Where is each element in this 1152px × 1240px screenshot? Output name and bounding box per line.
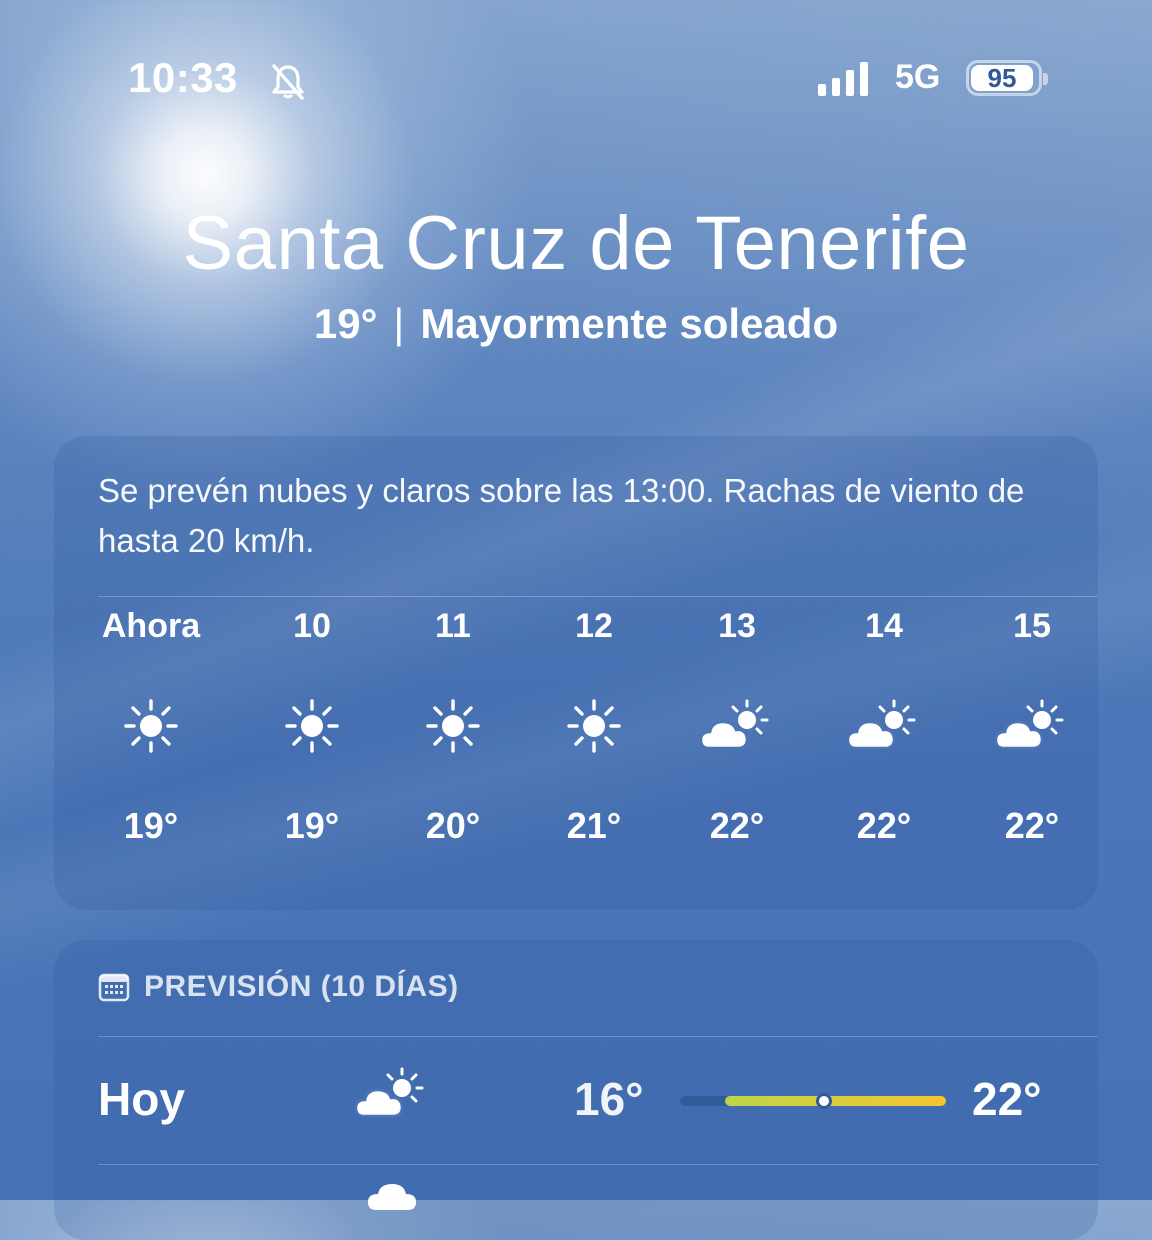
- hour-item: Ahora 19°: [81, 596, 221, 856]
- ten-day-forecast-card[interactable]: PREVISIÓN (10 DÍAS) Hoy 16° 22°: [54, 940, 1098, 1240]
- status-bar: 10:33 5G 95: [0, 52, 1152, 108]
- hour-temperature: 22°: [856, 805, 912, 846]
- temperature-range-bar: [680, 1093, 946, 1109]
- partly-cloudy-icon: [667, 656, 807, 796]
- network-type: 5G: [895, 58, 941, 96]
- hour-label: 13: [718, 607, 756, 645]
- sun-icon: [81, 656, 221, 796]
- divider: [98, 1164, 1098, 1165]
- partly-cloudy-icon: [962, 656, 1102, 796]
- hourly-list[interactable]: Ahora 19° 10 19° 11 20° 12 21° 13 22° 14…: [54, 596, 1098, 896]
- signal-icon: [818, 60, 868, 96]
- hour-label: 10: [293, 607, 331, 645]
- hour-temperature: 21°: [566, 805, 622, 846]
- sun-icon: [383, 656, 523, 796]
- hour-temperature: 22°: [709, 805, 765, 846]
- current-temperature: 19°: [313, 300, 378, 347]
- forecast-header: PREVISIÓN (10 DÍAS): [98, 970, 459, 1004]
- separator: |: [393, 300, 405, 347]
- hour-temperature: 20°: [425, 805, 481, 846]
- partly-cloudy-icon: [814, 656, 954, 796]
- sun-icon: [242, 656, 382, 796]
- forecast-row-today[interactable]: Hoy 16° 22°: [54, 1036, 1098, 1164]
- hour-item: 10 19°: [242, 596, 382, 856]
- hour-label: 14: [865, 607, 903, 645]
- current-temperature-marker: [815, 1093, 832, 1109]
- hour-item: 14 22°: [814, 596, 954, 856]
- calendar-icon: [98, 973, 130, 1002]
- bell-muted-icon: [272, 64, 304, 100]
- cloud-icon: [368, 1184, 416, 1210]
- partly-cloudy-icon: [352, 1064, 432, 1129]
- hourly-forecast-card[interactable]: Se prevén nubes y claros sobre las 13:00…: [54, 436, 1098, 910]
- hour-label: Ahora: [101, 607, 201, 645]
- hour-item: 12 21°: [524, 596, 664, 856]
- temperature-range-fill: [725, 1096, 946, 1106]
- low-temperature: 16°: [574, 1073, 644, 1125]
- hour-label: 11: [435, 607, 471, 645]
- day-label: Hoy: [98, 1073, 185, 1125]
- hour-temperature: 22°: [1004, 805, 1060, 846]
- high-temperature: 22°: [972, 1073, 1042, 1125]
- hour-item: 13 22°: [667, 596, 807, 856]
- hour-label: 12: [575, 607, 613, 645]
- forecast-title: PREVISIÓN (10 DÍAS): [144, 970, 459, 1003]
- condition-text: Mayormente soleado: [420, 300, 839, 347]
- status-time: 10:33: [128, 54, 238, 101]
- battery-level: 95: [971, 65, 1033, 91]
- sun-icon: [524, 656, 664, 796]
- hour-temperature: 19°: [284, 805, 340, 846]
- battery-icon: 95: [966, 60, 1048, 96]
- current-conditions: 19° | Mayormente soleado: [0, 300, 1152, 348]
- hour-temperature: 19°: [123, 805, 179, 846]
- hour-item: 11 20°: [383, 596, 523, 856]
- hour-label: 15: [1013, 607, 1051, 645]
- city-name: Santa Cruz de Tenerife: [182, 201, 970, 286]
- hour-item: 15 22°: [962, 596, 1102, 856]
- hourly-summary: Se prevén nubes y claros sobre las 13:00…: [98, 472, 1025, 559]
